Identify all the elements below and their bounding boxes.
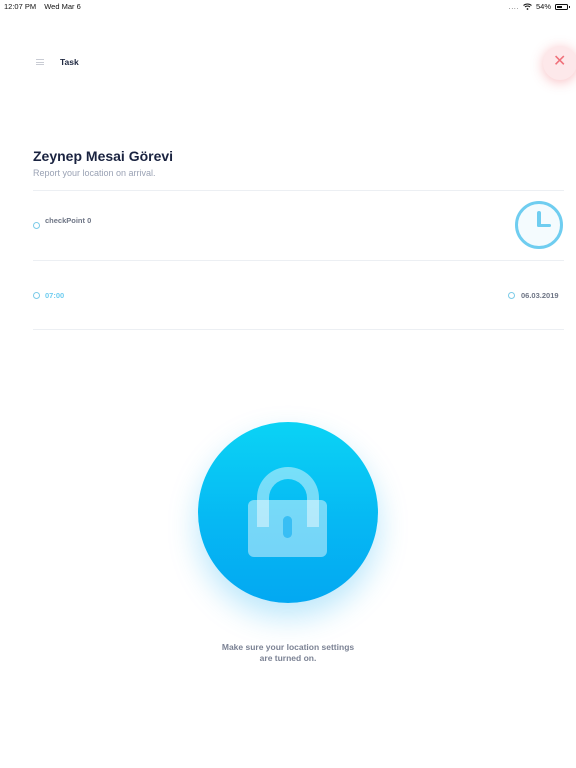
clock-icon <box>515 201 563 249</box>
divider <box>33 190 564 191</box>
hint-line-1: Make sure your location settings <box>221 642 355 652</box>
close-icon: ✕ <box>553 53 567 70</box>
close-button[interactable]: ✕ <box>543 46 576 80</box>
status-date: Wed Mar 6 <box>44 2 81 11</box>
battery-icon <box>555 3 570 10</box>
location-hint: Make sure your location settings are tur… <box>188 642 388 664</box>
menu-icon[interactable] <box>36 59 44 65</box>
header: Task ✕ <box>0 44 576 82</box>
wifi-icon <box>523 3 532 10</box>
location-icon <box>33 222 40 229</box>
signal-icon: .... <box>508 2 519 11</box>
task-subtitle: Report your location on arrival. <box>33 168 156 178</box>
page-title: Task <box>60 57 79 67</box>
status-time: 12:07 PM <box>4 2 37 11</box>
schedule-date: 06.03.2019 <box>521 291 559 300</box>
lock-button[interactable] <box>198 422 378 603</box>
time-icon <box>33 292 40 299</box>
divider <box>33 329 564 330</box>
hint-line-2: are turned on. <box>259 653 317 663</box>
keyhole <box>283 516 292 538</box>
battery-percent: 54% <box>535 2 551 11</box>
lock-icon <box>248 500 327 557</box>
task-title: Zeynep Mesai Görevi <box>33 148 174 164</box>
date-icon <box>508 292 515 299</box>
schedule-time: 07:00 <box>45 291 65 300</box>
divider <box>33 260 564 261</box>
checkpoint-label: checkPoint 0 <box>45 216 92 225</box>
status-bar: 12:07 PM Wed Mar 6 .... 54% <box>0 0 576 12</box>
